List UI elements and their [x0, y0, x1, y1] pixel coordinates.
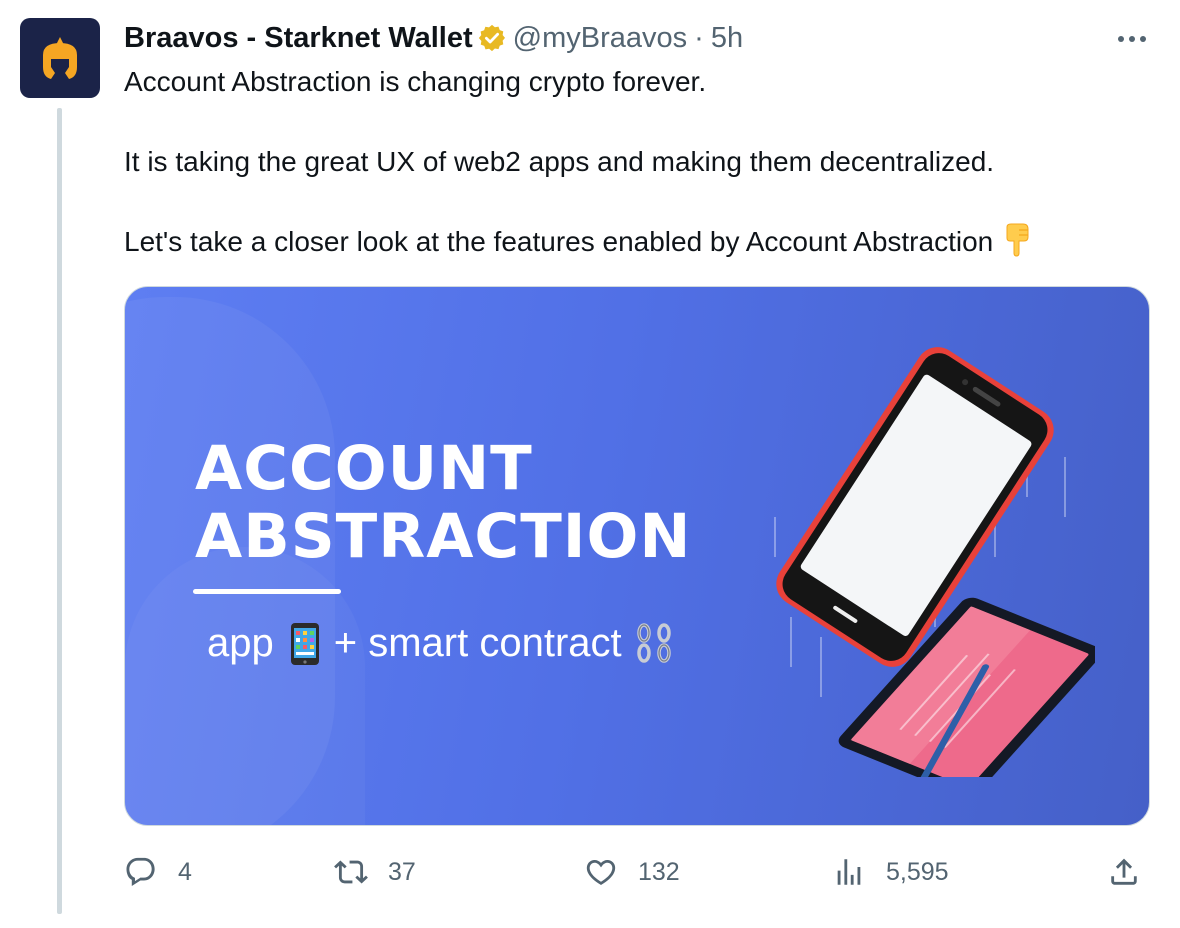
like-icon — [586, 859, 616, 885]
timestamp[interactable]: 5h — [711, 22, 743, 55]
more-options-button[interactable] — [1114, 24, 1150, 54]
media-title: ACCOUNT ABSTRACTION — [195, 435, 691, 571]
share-icon — [1111, 858, 1137, 885]
retweet-button[interactable]: 37 — [334, 846, 416, 898]
chain-icon — [636, 622, 671, 663]
subtitle-smart-contract: + smart contract — [333, 621, 622, 665]
subtitle-app: app — [207, 621, 274, 665]
action-bar: 4 37 132 5,595 — [124, 846, 1154, 898]
views-count: 5,595 — [886, 857, 949, 886]
media-title-line1: ACCOUNT — [195, 433, 533, 504]
media-subtitle: app + smart contract — [207, 621, 674, 666]
views-button[interactable]: 5,595 — [832, 846, 949, 898]
pointing-down-emoji-icon — [1006, 223, 1029, 257]
media-image[interactable]: ACCOUNT ABSTRACTION app + smart contract — [124, 286, 1150, 826]
tweet-paragraph: Let's take a closer look at the features… — [124, 222, 1154, 262]
reply-icon — [126, 857, 155, 887]
handle[interactable]: @myBraavos — [513, 22, 687, 55]
display-name[interactable]: Braavos - Starknet Wallet — [124, 22, 473, 55]
title-underline — [193, 589, 341, 594]
tweet[interactable]: Braavos - Starknet Wallet @myBraavos · 5… — [0, 0, 1180, 928]
tweet-header: Braavos - Starknet Wallet @myBraavos · 5… — [124, 18, 743, 58]
verified-badge-icon — [478, 24, 505, 52]
more-horizontal-icon — [1118, 36, 1146, 42]
retweet-icon — [334, 860, 368, 884]
devices-illustration — [774, 347, 1095, 777]
tweet-text: Account Abstraction is changing crypto f… — [124, 62, 1154, 262]
mobile-phone-icon — [290, 622, 319, 665]
like-button[interactable]: 132 — [584, 846, 680, 898]
share-button[interactable] — [1107, 846, 1141, 898]
views-icon — [837, 859, 861, 885]
reply-count: 4 — [178, 857, 192, 886]
avatar[interactable] — [20, 18, 100, 98]
retweet-count: 37 — [388, 857, 416, 886]
like-count: 132 — [638, 857, 680, 886]
media-title-line2: ABSTRACTION — [195, 501, 692, 572]
tweet-paragraph: It is taking the great UX of web2 apps a… — [124, 146, 995, 177]
separator-dot: · — [694, 21, 704, 54]
braavos-logo-icon — [43, 37, 77, 79]
thread-line — [57, 108, 62, 914]
tweet-paragraph: Account Abstraction is changing crypto f… — [124, 66, 707, 97]
reply-button[interactable]: 4 — [124, 846, 192, 898]
tweet-paragraph-text: Let's take a closer look at the features… — [124, 226, 994, 257]
